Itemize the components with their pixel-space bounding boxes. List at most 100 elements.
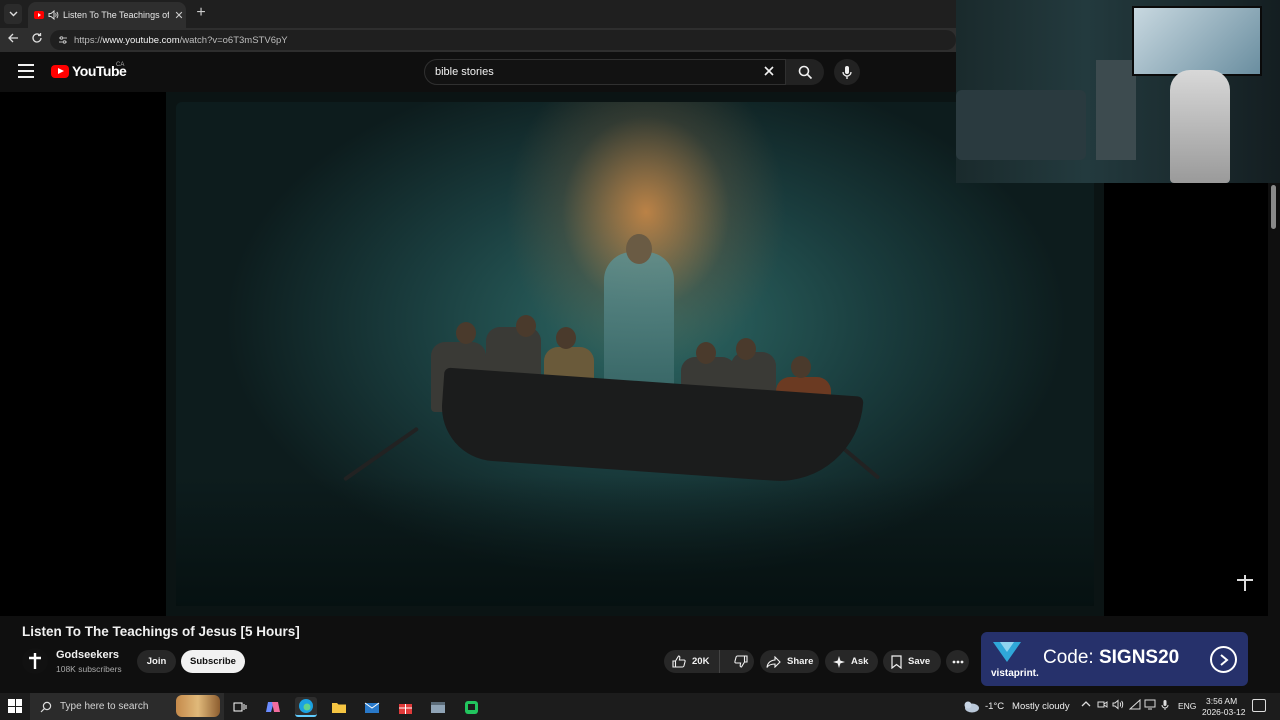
copilot-icon[interactable] (262, 697, 284, 717)
gift-app-icon[interactable] (394, 697, 416, 717)
share-icon (766, 655, 781, 668)
site-info-icon[interactable] (58, 35, 68, 45)
url-prefix: https:// (74, 34, 103, 46)
tab-title: Listen To The Teachings of Jesus (63, 10, 169, 20)
vistaprint-logo-icon (993, 642, 1021, 662)
ask-button[interactable]: Ask (825, 650, 878, 673)
search-box[interactable]: bible stories (424, 59, 786, 85)
page-scrollbar[interactable] (1268, 183, 1280, 688)
tray-overflow-chevron-icon[interactable] (1081, 699, 1091, 710)
subscribe-button[interactable]: Subscribe (181, 650, 245, 673)
search-icon (798, 65, 812, 79)
country-code: CA (116, 62, 125, 68)
microphone-icon (842, 65, 852, 79)
voice-search-button[interactable] (834, 59, 860, 85)
windows-start-icon[interactable] (8, 699, 22, 713)
ask-label: Ask (851, 656, 869, 667)
video-title: Listen To The Teachings of Jesus [5 Hour… (22, 624, 300, 639)
jesus-head (626, 234, 652, 264)
disciple-head (516, 315, 536, 337)
task-view-icon[interactable] (229, 697, 251, 717)
cross-icon (29, 653, 41, 669)
disciple-head (736, 338, 756, 360)
hamburger-menu-icon[interactable] (18, 64, 34, 78)
thumbs-up-icon (672, 655, 686, 668)
mail-icon[interactable] (361, 697, 383, 717)
channel-name[interactable]: Godseekers (56, 649, 119, 661)
more-actions-button[interactable] (946, 650, 969, 673)
youtube-play-icon (51, 64, 69, 78)
search-icon (40, 701, 52, 712)
scrollbar-thumb[interactable] (1271, 185, 1276, 229)
weather-description: Mostly cloudy (1012, 701, 1070, 712)
notification-center-icon[interactable] (1252, 699, 1266, 712)
sparkle-icon (833, 655, 845, 668)
like-button[interactable]: 20K (664, 650, 721, 673)
clock-date[interactable]: 2026-03-12 (1202, 707, 1245, 717)
edge-browser-icon[interactable] (295, 697, 317, 717)
cloudy-weather-icon[interactable] (962, 699, 980, 713)
share-label: Share (787, 656, 814, 667)
youtube-favicon-icon (34, 11, 44, 19)
green-app-icon[interactable] (460, 697, 482, 717)
url-path: /watch?v=o6T3mSTV6pY (179, 34, 288, 46)
input-language[interactable]: ENG (1178, 701, 1196, 711)
channel-subscribers: 108K subscribers (56, 664, 122, 674)
ad-promo-code: Code: SIGNS20 (1043, 647, 1179, 669)
ad-arrow-button[interactable] (1210, 646, 1237, 673)
reload-icon[interactable] (28, 31, 46, 49)
join-button[interactable]: Join (137, 650, 176, 673)
save-button[interactable]: Save (883, 650, 941, 673)
like-count: 20K (692, 656, 710, 667)
new-tab-button[interactable]: + (192, 4, 210, 22)
network-icon[interactable] (1128, 698, 1141, 713)
microphone-tray-icon[interactable] (1161, 699, 1169, 714)
thumbs-down-icon (734, 655, 748, 668)
chevron-down-icon (9, 11, 17, 17)
file-explorer-icon[interactable] (328, 697, 350, 717)
meet-now-icon[interactable] (1097, 699, 1108, 713)
taskbar-search-placeholder: Type here to search (60, 701, 149, 712)
webcam-couch (956, 90, 1086, 160)
back-arrow-icon[interactable] (4, 31, 22, 49)
clock-time[interactable]: 3:56 AM (1206, 696, 1237, 706)
search-input[interactable]: bible stories (435, 66, 494, 78)
clear-search-icon[interactable] (763, 64, 775, 80)
weather-text[interactable]: -1°C Mostly cloudy (985, 701, 1070, 712)
webcam-shelf (1096, 60, 1136, 160)
search-button[interactable] (786, 59, 824, 85)
weather-temp: -1°C (985, 701, 1005, 712)
screen-share-icon[interactable] (1144, 699, 1156, 713)
url-field[interactable]: https://www.youtube.com/watch?v=o6T3mSTV… (50, 30, 956, 50)
save-label: Save (908, 656, 931, 667)
volume-icon[interactable] (1112, 699, 1124, 713)
url-host: www.youtube.com (102, 34, 180, 46)
channel-avatar[interactable] (22, 648, 48, 674)
share-button[interactable]: Share (760, 650, 819, 673)
tab-search-dropdown[interactable] (4, 4, 22, 24)
disciple-head (556, 327, 576, 349)
like-dislike-group: 20K (664, 650, 754, 673)
oar-left (342, 426, 420, 482)
browser-tab[interactable]: Listen To The Teachings of Jesus ✕ (28, 2, 186, 28)
windows-taskbar: Type here to search -1°C Mostly cloudy E… (0, 693, 1280, 720)
webcam-monitor (1132, 6, 1262, 76)
taskbar-search[interactable]: Type here to search (30, 693, 224, 720)
ad-code-prefix: Code: (1043, 647, 1099, 668)
speaker-icon[interactable] (48, 10, 59, 20)
water-reflection (176, 476, 1094, 606)
app-window-icon[interactable] (427, 697, 449, 717)
webcam-overlay (956, 0, 1280, 183)
ad-brand: vistaprint. (991, 668, 1039, 679)
cross-add-icon[interactable] (1236, 574, 1254, 592)
tab-close-icon[interactable]: ✕ (173, 9, 185, 22)
dislike-button[interactable] (726, 650, 748, 673)
more-horizontal-icon (952, 660, 963, 663)
webcam-chair (1170, 70, 1230, 183)
vistaprint-ad[interactable]: vistaprint. Code: SIGNS20 (981, 632, 1248, 686)
search-highlight-image (176, 695, 220, 717)
disciple-head (791, 356, 811, 378)
chevron-right-icon (1219, 653, 1229, 666)
disciple-head (696, 342, 716, 364)
url-text: https://www.youtube.com/watch?v=o6T3mSTV… (74, 35, 288, 46)
